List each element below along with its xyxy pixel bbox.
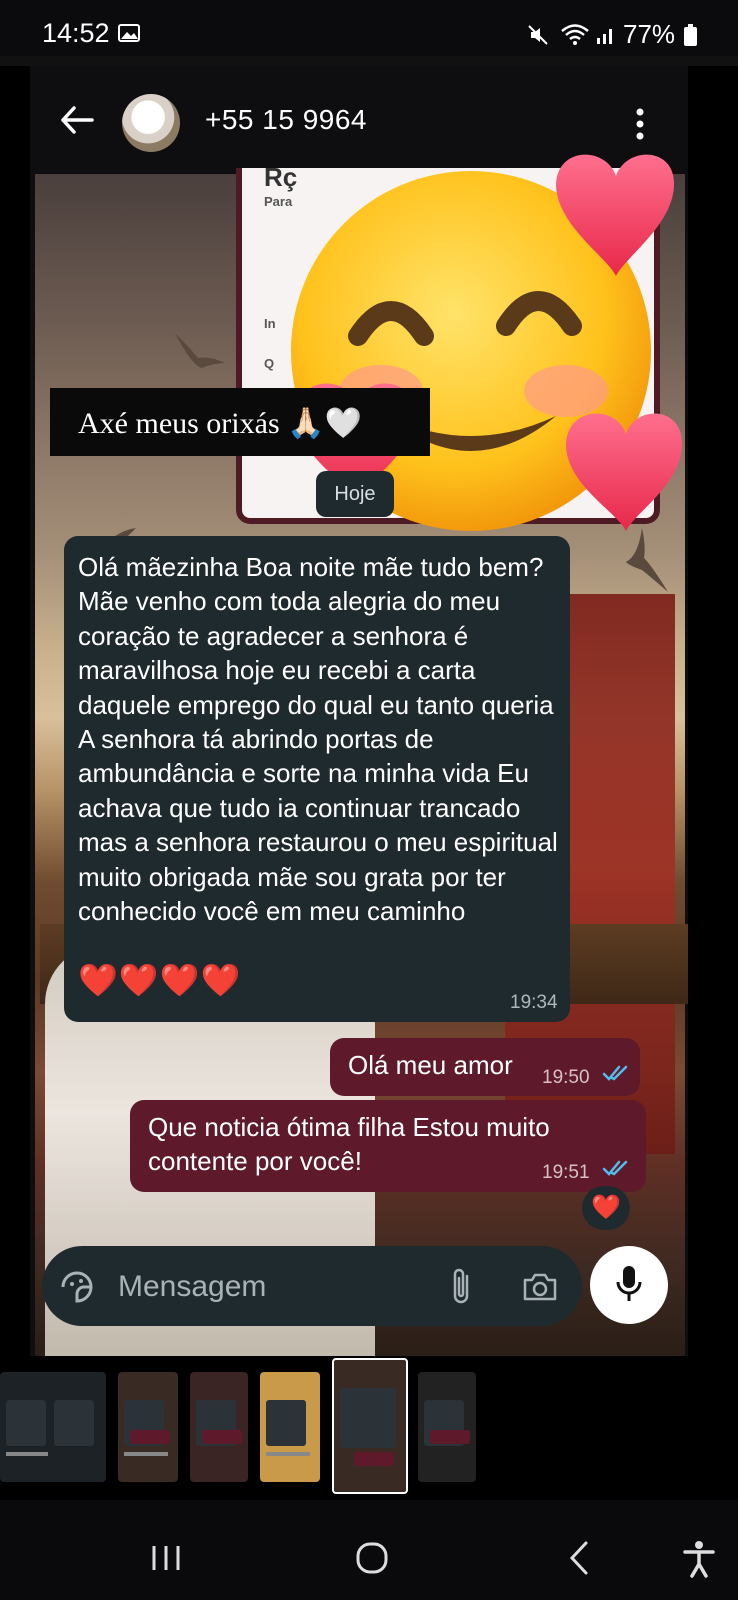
screenshot-edge — [0, 56, 738, 66]
gallery-thumbnail[interactable] — [260, 1372, 320, 1482]
battery-icon — [684, 24, 697, 46]
accessibility-icon[interactable] — [682, 1540, 716, 1578]
incoming-message-emoji: ❤️❤️❤️❤️ — [78, 962, 242, 998]
sticker-icon[interactable] — [60, 1270, 94, 1304]
message-timestamp: 19:51 — [542, 1162, 590, 1183]
gallery-thumbnail[interactable] — [190, 1372, 248, 1482]
story-caption: Axé meus orixás 🙏🏻🤍 — [50, 388, 430, 456]
incoming-message-text: Olá mãezinha Boa noite mãe tudo bem? Mãe… — [78, 552, 558, 927]
message-timestamp: 19:50 — [542, 1067, 590, 1088]
gallery-thumbnail[interactable] — [418, 1372, 476, 1482]
message-reaction[interactable]: ❤️ — [582, 1186, 630, 1230]
battery-percent: 77% — [623, 19, 676, 49]
read-receipt-icon — [602, 1160, 628, 1176]
outgoing-message-text: Olá meu amor — [348, 1050, 513, 1080]
wifi-icon — [561, 24, 589, 45]
contact-avatar[interactable] — [122, 94, 180, 152]
paperclip-icon[interactable] — [450, 1266, 472, 1306]
date-separator: Hoje — [316, 471, 394, 517]
gallery-thumbnail-selected[interactable] — [332, 1358, 408, 1494]
chat-screenshot[interactable]: +55 15 9964 Rç Para In Q Axé meus orixás… — [30, 66, 688, 1356]
camera-icon[interactable] — [522, 1272, 558, 1302]
message-input[interactable] — [116, 1266, 420, 1308]
microphone-icon — [616, 1266, 642, 1301]
message-timestamp: 19:34 — [510, 992, 558, 1013]
gallery-thumbnail[interactable] — [48, 1372, 106, 1482]
story-caption-text: Axé meus orixás 🙏🏻🤍 — [78, 407, 362, 440]
status-time: 14:52 — [42, 18, 110, 48]
signal-icon — [597, 29, 612, 44]
bird-icon — [175, 333, 225, 368]
mute-icon — [528, 25, 548, 45]
read-receipt-icon — [602, 1065, 628, 1081]
back-arrow-icon[interactable] — [60, 106, 94, 134]
back-icon[interactable] — [568, 1540, 590, 1576]
home-icon[interactable] — [356, 1542, 388, 1574]
recent-apps-icon[interactable] — [150, 1544, 182, 1572]
gallery-icon — [118, 24, 140, 42]
gallery-thumbnail[interactable] — [118, 1372, 178, 1482]
